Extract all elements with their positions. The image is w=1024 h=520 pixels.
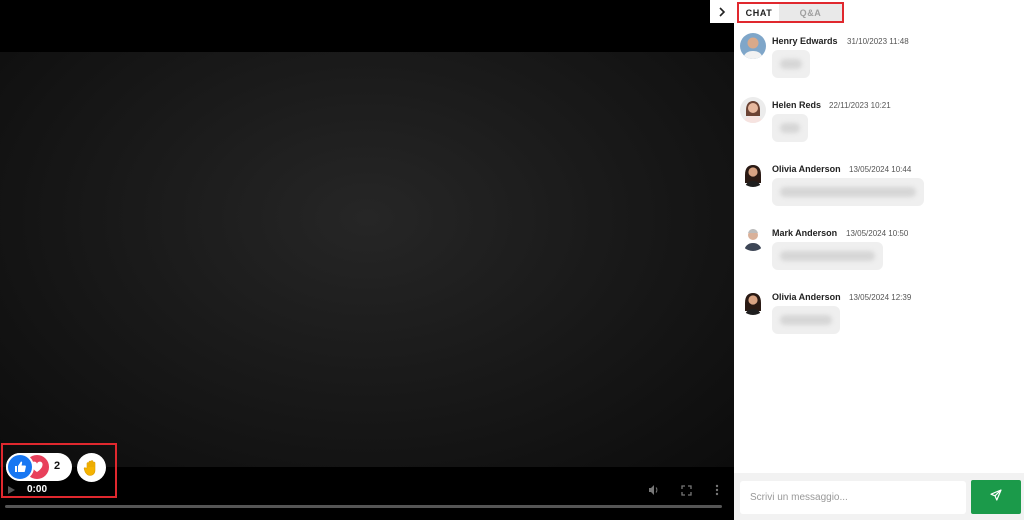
message-bubble xyxy=(772,242,883,270)
more-vertical-icon[interactable] xyxy=(709,482,725,498)
avatar xyxy=(740,225,766,251)
progress-bar[interactable] xyxy=(5,505,722,508)
message-time: 31/10/2023 11:48 xyxy=(847,37,909,46)
reactions-panel: 2 xyxy=(1,443,117,498)
message-author: Olivia Anderson xyxy=(772,164,841,174)
message-author: Henry Edwards xyxy=(772,36,838,46)
message-composer xyxy=(734,473,1024,520)
raise-hand-icon[interactable] xyxy=(77,453,106,482)
message-bubble xyxy=(772,114,808,142)
send-button[interactable] xyxy=(971,480,1021,514)
message-time: 13/05/2024 10:50 xyxy=(846,229,909,238)
chat-panel: CHAT Q&A Henry Edwards 31/10/2023 11:48 … xyxy=(734,0,1024,520)
reaction-count: 2 xyxy=(54,460,61,472)
like-icon[interactable] xyxy=(6,453,34,481)
video-surface[interactable] xyxy=(0,52,734,467)
avatar xyxy=(740,33,766,59)
chat-message: Olivia Anderson 13/05/2024 12:39 xyxy=(734,287,1024,347)
avatar xyxy=(740,289,766,315)
tab-chat[interactable]: CHAT xyxy=(739,4,779,21)
message-bubble xyxy=(772,306,840,334)
avatar xyxy=(740,161,766,187)
message-time: 22/11/2023 10:21 xyxy=(829,101,891,110)
message-input[interactable] xyxy=(740,481,966,514)
avatar xyxy=(740,97,766,123)
chat-message: Henry Edwards 31/10/2023 11:48 xyxy=(734,31,1024,91)
message-author: Olivia Anderson xyxy=(772,292,841,302)
panel-tabs: CHAT Q&A xyxy=(737,2,844,23)
chat-message: Helen Reds 22/11/2023 10:21 xyxy=(734,95,1024,155)
message-author: Helen Reds xyxy=(772,100,822,110)
fullscreen-icon[interactable] xyxy=(678,482,694,498)
send-icon xyxy=(990,488,1002,506)
reaction-summary[interactable]: 2 xyxy=(6,453,72,481)
video-player: 0:00 2 xyxy=(0,0,734,520)
chat-message: Mark Anderson 13/05/2024 10:50 xyxy=(734,223,1024,283)
message-bubble xyxy=(772,50,810,78)
message-time: 13/05/2024 12:39 xyxy=(849,293,912,302)
message-author: Mark Anderson xyxy=(772,228,838,238)
chevron-right-icon[interactable] xyxy=(710,0,734,23)
volume-icon[interactable] xyxy=(646,482,662,498)
chat-message: Olivia Anderson 13/05/2024 10:44 xyxy=(734,159,1024,219)
tab-qa[interactable]: Q&A xyxy=(779,4,842,21)
app-root: 0:00 2 CHAT Q&A Henry Edwards 31/10/2023… xyxy=(0,0,1024,520)
message-time: 13/05/2024 10:44 xyxy=(849,165,912,174)
message-bubble xyxy=(772,178,924,206)
